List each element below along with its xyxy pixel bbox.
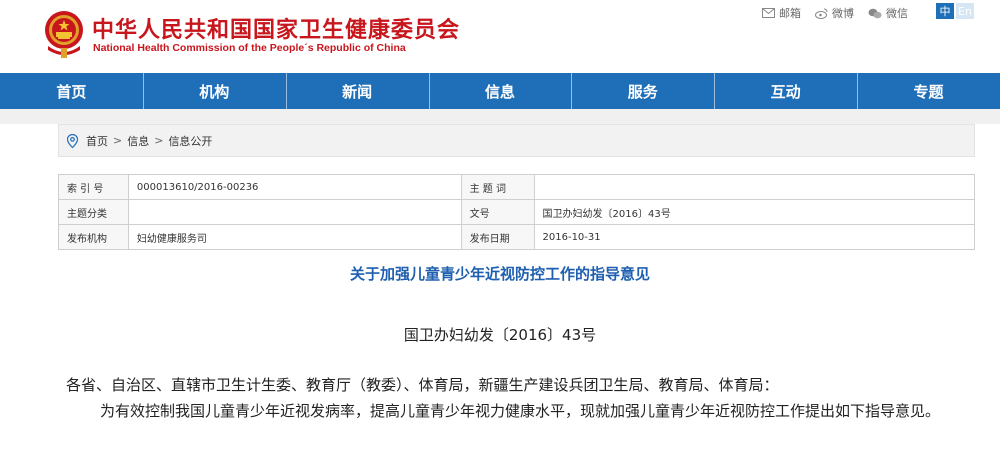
weibo-label: 微博 [832, 7, 854, 20]
table-row: 主题分类 文号 国卫办妇幼发〔2016〕43号 [58, 199, 976, 225]
nav-item-organization[interactable]: 机构 [142, 73, 286, 109]
top-links: 邮箱 微博 微信 [762, 5, 922, 21]
breadcrumb-separator: > [154, 134, 164, 147]
publish-date-value: 2016-10-31 [533, 224, 976, 250]
nav-item-interaction[interactable]: 互动 [714, 73, 857, 109]
document-info-table: 索 引 号 000013610/2016-00236 主 题 词 主题分类 文号… [58, 174, 976, 250]
index-number-label: 索 引 号 [58, 174, 129, 200]
nav-item-services[interactable]: 服务 [571, 73, 714, 109]
article-paragraph: 各省、自治区、直辖市卫生计生委、教育厅（教委）、体育局，新疆生产建设兵团卫生局、… [66, 376, 779, 394]
lang-english-button[interactable]: En [956, 3, 974, 19]
topic-category-label: 主题分类 [58, 199, 129, 225]
location-pin-icon [67, 133, 78, 148]
breadcrumb-disclosure[interactable]: 信息公开 [168, 133, 212, 149]
nav-shadow-band [0, 109, 1000, 124]
nav-item-information[interactable]: 信息 [428, 73, 572, 109]
subject-words-label: 主 题 词 [460, 174, 535, 200]
article-document-number: 国卫办妇幼发〔2016〕43号 [403, 326, 597, 344]
mail-label: 邮箱 [779, 7, 801, 20]
document-number-value: 国卫办妇幼发〔2016〕43号 [533, 199, 976, 225]
breadcrumb-home[interactable]: 首页 [86, 133, 108, 149]
wechat-link[interactable]: 微信 [868, 5, 908, 21]
weibo-icon [815, 8, 828, 19]
index-number-value: 000013610/2016-00236 [127, 174, 462, 200]
site-header: 中华人民共和国国家卫生健康委员会 National Health Commiss… [0, 0, 1000, 72]
breadcrumb: 首页 > 信息 > 信息公开 [58, 124, 975, 157]
article-paragraph: 为有效控制我国儿童青少年近视发病率，提高儿童青少年视力健康水平，现就加强儿童青少… [100, 402, 941, 420]
document-number-label: 文号 [460, 199, 535, 225]
publisher-value: 妇幼健康服务司 [127, 224, 462, 250]
national-emblem-icon[interactable] [42, 10, 86, 60]
publisher-label: 发布机构 [58, 224, 129, 250]
nav-item-topics[interactable]: 专题 [857, 73, 1000, 109]
mail-icon [762, 8, 775, 18]
weibo-link[interactable]: 微博 [815, 5, 854, 21]
site-subtitle: National Health Commission of the People… [93, 42, 406, 54]
site-title[interactable]: 中华人民共和国国家卫生健康委员会 [92, 12, 460, 44]
publish-date-label: 发布日期 [460, 224, 535, 250]
main-nav: 首页 机构 新闻 信息 服务 互动 专题 [0, 73, 1000, 109]
wechat-label: 微信 [886, 7, 908, 20]
lang-chinese-button[interactable]: 中 [936, 3, 954, 19]
mail-link[interactable]: 邮箱 [762, 5, 801, 21]
nav-item-home[interactable]: 首页 [0, 73, 143, 109]
breadcrumb-separator: > [113, 134, 123, 147]
table-row: 索 引 号 000013610/2016-00236 主 题 词 [58, 174, 976, 200]
breadcrumb-information[interactable]: 信息 [127, 133, 149, 149]
topic-category-value [127, 199, 462, 225]
subject-words-value [533, 174, 976, 200]
table-row: 发布机构 妇幼健康服务司 发布日期 2016-10-31 [58, 224, 976, 250]
nav-item-news[interactable]: 新闻 [285, 73, 429, 109]
wechat-icon [868, 8, 882, 18]
article-title: 关于加强儿童青少年近视防控工作的指导意见 [349, 265, 650, 283]
